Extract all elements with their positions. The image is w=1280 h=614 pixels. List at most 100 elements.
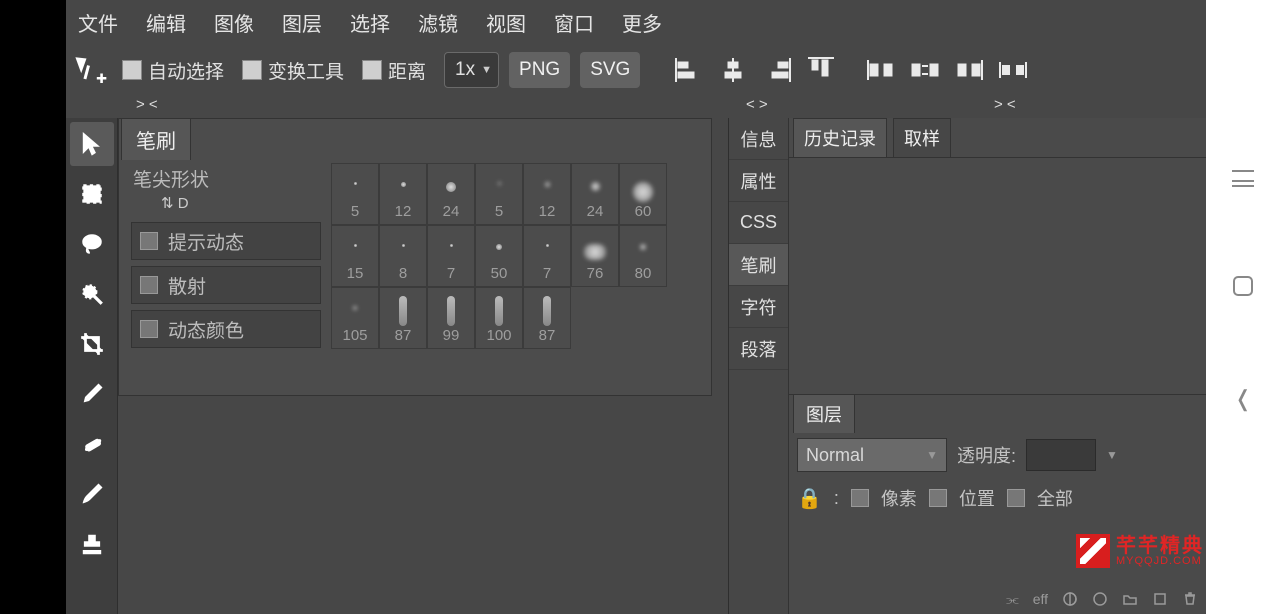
- brush-scatter-option[interactable]: 散射: [131, 266, 321, 304]
- menu-filter[interactable]: 滤镜: [418, 8, 458, 37]
- quick-select-tool[interactable]: [70, 272, 114, 316]
- panel-tab-3[interactable]: 笔刷: [729, 244, 788, 286]
- brush-tab[interactable]: 笔刷: [121, 118, 191, 160]
- menu-window[interactable]: 窗口: [554, 8, 594, 37]
- lock-all-checkbox[interactable]: [1007, 489, 1025, 507]
- lasso-tool[interactable]: [70, 222, 114, 266]
- export-svg-button[interactable]: SVG: [580, 52, 640, 88]
- brush-tip-cell[interactable]: 80: [619, 225, 667, 287]
- panel-tab-0[interactable]: 信息: [729, 118, 788, 160]
- lock-pixel-checkbox[interactable]: [851, 489, 869, 507]
- options-bar: ✚ 自动选择 变换工具 距离 1x ▼ PNG SVG: [66, 44, 1206, 96]
- brush-tip-cell[interactable]: 105: [331, 287, 379, 349]
- panel-handle-mid[interactable]: < >: [746, 96, 768, 113]
- brush-tip-cell[interactable]: 5: [331, 163, 379, 225]
- distribute-center-icon[interactable]: [910, 56, 940, 84]
- new-layer-icon[interactable]: [1152, 591, 1168, 607]
- watermark: 芊芊精典 MYQQJD.COM: [1076, 534, 1204, 568]
- blend-mode-value: Normal: [806, 445, 864, 466]
- transform-tools-checkbox[interactable]: 变换工具: [242, 57, 344, 84]
- menu-edit[interactable]: 编辑: [146, 8, 186, 37]
- brush-tip-cell[interactable]: 12: [523, 163, 571, 225]
- lock-position-checkbox[interactable]: [929, 489, 947, 507]
- distribute-spacing-icon[interactable]: [998, 56, 1028, 84]
- lock-icon: 🔒: [797, 486, 822, 511]
- brush-tip-cell[interactable]: 7: [427, 225, 475, 287]
- crop-tool[interactable]: [70, 322, 114, 366]
- brush-tip-cell[interactable]: 60: [619, 163, 667, 225]
- layer-effects-button[interactable]: eff: [1033, 591, 1048, 607]
- tool-sidebar: [66, 118, 118, 614]
- panel-tab-5[interactable]: 段落: [729, 328, 788, 370]
- panel-tab-2[interactable]: CSS: [729, 202, 788, 244]
- auto-select-checkbox[interactable]: 自动选择: [122, 57, 224, 84]
- heal-tool[interactable]: [70, 422, 114, 466]
- back-icon[interactable]: ❬: [1234, 386, 1252, 412]
- menu-select[interactable]: 选择: [350, 8, 390, 37]
- export-png-button[interactable]: PNG: [509, 52, 570, 88]
- menu-view[interactable]: 视图: [486, 8, 526, 37]
- brush-tip-cell[interactable]: 99: [427, 287, 475, 349]
- align-top-icon[interactable]: [806, 56, 836, 84]
- menu-more[interactable]: 更多: [622, 8, 662, 37]
- history-tab[interactable]: 历史记录: [793, 118, 887, 157]
- opacity-dropdown-icon[interactable]: ▼: [1106, 448, 1118, 462]
- brush-tip-cell[interactable]: 24: [571, 163, 619, 225]
- layers-tab[interactable]: 图层: [793, 394, 855, 433]
- brush-tool[interactable]: [70, 472, 114, 516]
- watermark-title: 芊芊精典: [1116, 536, 1204, 556]
- distribute-left-icon[interactable]: [866, 56, 896, 84]
- group-layers-icon[interactable]: [1122, 591, 1138, 607]
- marquee-tool[interactable]: [70, 172, 114, 216]
- move-tool[interactable]: [70, 122, 114, 166]
- menu-layer[interactable]: 图层: [282, 8, 322, 37]
- brush-tip-cell[interactable]: 87: [379, 287, 427, 349]
- auto-select-label: 自动选择: [148, 57, 224, 84]
- blend-mode-select[interactable]: Normal ▼: [797, 438, 947, 472]
- brush-tip-cell[interactable]: 50: [475, 225, 523, 287]
- lock-position-label: 位置: [959, 485, 995, 511]
- panel-tab-1[interactable]: 属性: [729, 160, 788, 202]
- layer-mask-icon[interactable]: [1062, 591, 1078, 607]
- watermark-subtitle: MYQQJD.COM: [1116, 556, 1204, 567]
- align-center-h-icon[interactable]: [718, 56, 748, 84]
- sample-tab[interactable]: 取样: [893, 118, 951, 157]
- brush-panel: 笔刷 笔尖形状 ⇅ D 提示动态 散射 动态颜色: [118, 118, 712, 396]
- panel-handles-row: > < < > > <: [66, 96, 1206, 118]
- delete-layer-icon[interactable]: [1182, 591, 1198, 607]
- align-right-icon[interactable]: [762, 56, 792, 84]
- align-group-distribute: [866, 56, 1028, 84]
- zoom-value: 1x: [455, 59, 475, 81]
- panel-handle-right[interactable]: > <: [994, 96, 1016, 113]
- brush-tip-cell[interactable]: 8: [379, 225, 427, 287]
- distribute-right-icon[interactable]: [954, 56, 984, 84]
- zoom-select[interactable]: 1x ▼: [444, 52, 499, 88]
- brush-color-dynamics-option[interactable]: 动态颜色: [131, 310, 321, 348]
- align-left-icon[interactable]: [674, 56, 704, 84]
- brush-dynamics-option[interactable]: 提示动态: [131, 222, 321, 260]
- brush-tip-cell[interactable]: 12: [379, 163, 427, 225]
- panel-tab-4[interactable]: 字符: [729, 286, 788, 328]
- panel-handle-left[interactable]: > <: [136, 96, 158, 113]
- brush-tip-cell[interactable]: 15: [331, 225, 379, 287]
- adjustment-layer-icon[interactable]: [1092, 591, 1108, 607]
- brush-tip-cell[interactable]: 24: [427, 163, 475, 225]
- lock-colon: :: [834, 488, 839, 509]
- stamp-tool[interactable]: [70, 522, 114, 566]
- brush-tip-cell[interactable]: 87: [523, 287, 571, 349]
- eyedropper-tool[interactable]: [70, 372, 114, 416]
- move-tool-icon: ✚: [74, 53, 108, 87]
- brush-tip-cell[interactable]: 76: [571, 225, 619, 287]
- recent-apps-icon[interactable]: [1233, 276, 1253, 296]
- transform-tools-label: 变换工具: [268, 57, 344, 84]
- menu-file[interactable]: 文件: [78, 8, 118, 37]
- brush-tip-cell[interactable]: 5: [475, 163, 523, 225]
- menu-image[interactable]: 图像: [214, 8, 254, 37]
- brush-tip-cell[interactable]: 7: [523, 225, 571, 287]
- lock-all-label: 全部: [1037, 485, 1073, 511]
- brush-tip-cell[interactable]: 100: [475, 287, 523, 349]
- opacity-input[interactable]: [1026, 439, 1096, 471]
- menu-icon[interactable]: [1232, 170, 1254, 186]
- distance-checkbox[interactable]: 距离: [362, 57, 426, 84]
- link-layers-icon[interactable]: ⫘: [1006, 591, 1019, 608]
